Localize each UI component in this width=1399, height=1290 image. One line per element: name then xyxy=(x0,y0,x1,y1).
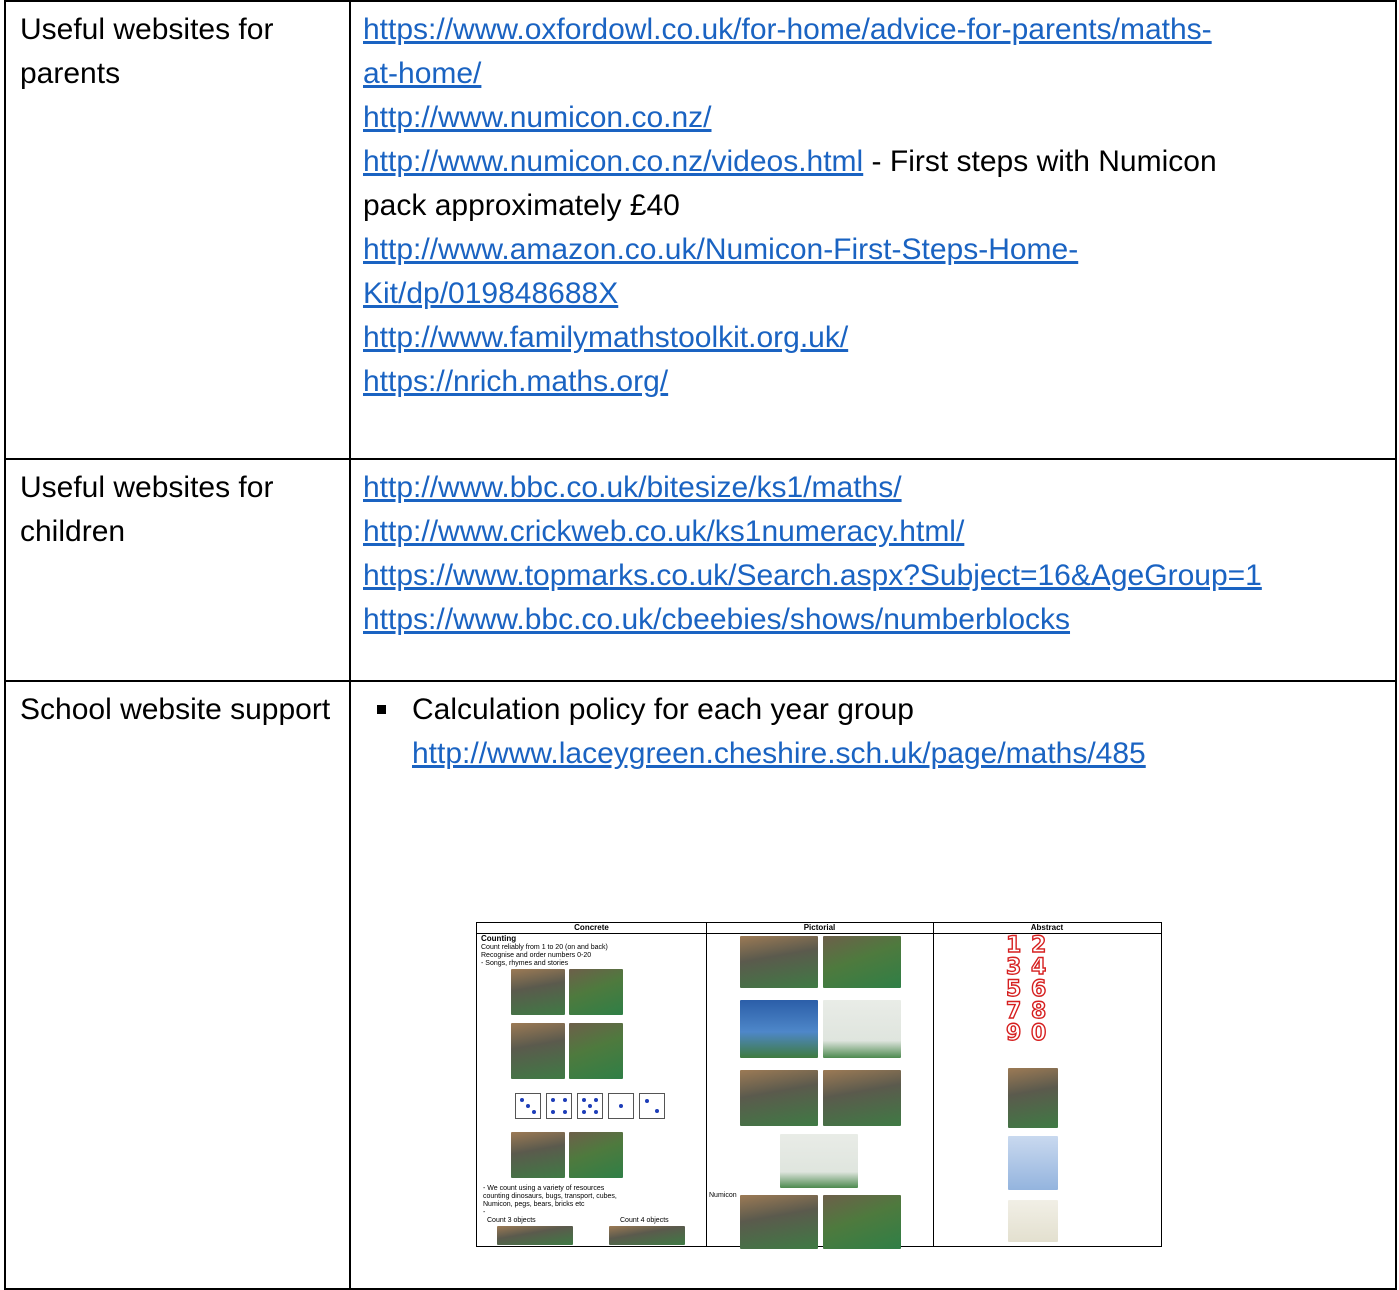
link-amazon-line1[interactable]: http://www.amazon.co.uk/Numicon-First-St… xyxy=(363,233,1078,266)
bullet-text: Calculation policy for each year group xyxy=(412,693,914,726)
column-header-abstract: Abstract xyxy=(933,923,1161,934)
photo xyxy=(569,1132,623,1178)
link-bbc-bitesize-text[interactable]: http://www.bbc.co.uk/bitesize/ks1/maths/ xyxy=(363,471,902,504)
photo xyxy=(740,936,818,988)
photo xyxy=(780,1134,858,1188)
link-numicon-videos-text[interactable]: http://www.numicon.co.nz/videos.html xyxy=(363,145,863,178)
photo xyxy=(511,1023,565,1079)
children-links-cell: http://www.bbc.co.uk/bitesize/ks1/maths/… xyxy=(349,458,1397,682)
calculation-policy-image: Concrete Pictorial Abstract Counting Cou… xyxy=(476,922,1162,1249)
photo xyxy=(740,1070,818,1126)
link-crickweb[interactable]: http://www.crickweb.co.uk/ks1numeracy.ht… xyxy=(363,515,964,548)
parents-links-cell: https://www.oxfordowl.co.uk/for-home/adv… xyxy=(349,0,1397,460)
row-label-parents: Useful websites for parents xyxy=(4,0,351,460)
link-calculation-policy-text[interactable]: http://www.laceygreen.cheshire.sch.uk/pa… xyxy=(412,737,1146,770)
photo xyxy=(740,1195,818,1249)
digit: 8 xyxy=(1030,999,1047,1024)
dice-icon xyxy=(639,1093,665,1119)
digit: 6 xyxy=(1030,977,1047,1002)
column-divider xyxy=(706,923,707,1246)
count-3-label: Count 3 objects xyxy=(487,1217,536,1224)
link-numicon[interactable]: http://www.numicon.co.nz/ xyxy=(363,101,712,134)
column-header-pictorial: Pictorial xyxy=(706,923,933,934)
link-topmarks[interactable]: https://www.topmarks.co.uk/Search.aspx?S… xyxy=(363,559,1262,592)
link-calculation-policy[interactable]: http://www.laceygreen.cheshire.sch.uk/pa… xyxy=(412,737,1146,770)
row-label-text: Useful websites for children xyxy=(20,471,274,548)
digit: 2 xyxy=(1030,933,1047,958)
row-label-text: Useful websites for parents xyxy=(20,13,274,90)
link-numberblocks-text[interactable]: https://www.bbc.co.uk/cbeebies/shows/num… xyxy=(363,603,1070,636)
link-numicon-videos[interactable]: http://www.numicon.co.nz/videos.html xyxy=(363,145,863,178)
link-numicon-text[interactable]: http://www.numicon.co.nz/ xyxy=(363,101,712,134)
link-oxfordowl-line2[interactable]: at-home/ xyxy=(363,57,481,90)
photo xyxy=(569,969,623,1015)
numicon-videos-note: - First steps with Numicon xyxy=(863,145,1217,178)
photo xyxy=(511,1132,565,1178)
resources-line: - xyxy=(483,1209,486,1216)
digit: 5 xyxy=(1005,977,1022,1002)
photo xyxy=(823,1000,901,1058)
counting-title: Counting xyxy=(481,934,517,943)
resources-line: - We count using a variety of resources xyxy=(483,1185,605,1192)
photo xyxy=(823,1195,901,1249)
counting-line: - Songs, rhymes and stories xyxy=(481,960,569,967)
digit: 7 xyxy=(1005,999,1022,1024)
column-header-concrete: Concrete xyxy=(477,923,706,934)
row-label-school: School website support xyxy=(4,680,351,1290)
photo xyxy=(497,1226,573,1245)
link-bbc-bitesize[interactable]: http://www.bbc.co.uk/bitesize/ks1/maths/ xyxy=(363,471,902,504)
digit: 1 xyxy=(1005,933,1022,958)
counting-line: Recognise and order numbers 0-20 xyxy=(481,952,592,959)
numicon-label: Numicon xyxy=(709,1192,737,1199)
resources-line: counting dinosaurs, bugs, transport, cub… xyxy=(483,1193,617,1200)
photo xyxy=(823,936,901,988)
column-divider xyxy=(933,923,934,1246)
link-familymathstoolkit[interactable]: http://www.familymathstoolkit.org.uk/ xyxy=(363,321,848,354)
link-oxfordowl[interactable]: https://www.oxfordowl.co.uk/for-home/adv… xyxy=(363,8,1395,52)
photo xyxy=(569,1023,623,1079)
dice-icon xyxy=(515,1093,541,1119)
photo xyxy=(609,1226,685,1245)
digit: 3 xyxy=(1005,955,1022,980)
link-amazon-line2[interactable]: Kit/dp/019848688X xyxy=(363,277,618,310)
link-numberblocks[interactable]: https://www.bbc.co.uk/cbeebies/shows/num… xyxy=(363,603,1070,636)
link-nrich[interactable]: https://nrich.maths.org/ xyxy=(363,365,668,398)
count-4-label: Count 4 objects xyxy=(620,1217,669,1224)
dice-icon xyxy=(546,1093,572,1119)
square-bullet-icon xyxy=(377,705,386,714)
link-topmarks-text[interactable]: https://www.topmarks.co.uk/Search.aspx?S… xyxy=(363,559,1262,592)
photo xyxy=(1008,1200,1058,1242)
dice-icon xyxy=(577,1093,603,1119)
photo xyxy=(740,1000,818,1058)
photo xyxy=(511,969,565,1015)
photo xyxy=(1008,1068,1058,1128)
link-crickweb-text[interactable]: http://www.crickweb.co.uk/ks1numeracy.ht… xyxy=(363,515,964,548)
photo xyxy=(1008,1136,1058,1190)
photo xyxy=(823,1070,901,1126)
dice-icon xyxy=(608,1093,634,1119)
table-row: Useful websites for parents https://www.… xyxy=(4,0,1397,460)
digit: 0 xyxy=(1030,1021,1047,1046)
counting-line: Count reliably from 1 to 20 (on and back… xyxy=(481,944,608,951)
digit: 4 xyxy=(1030,955,1047,980)
digit: 9 xyxy=(1005,1021,1022,1046)
row-label-text: School website support xyxy=(20,693,331,726)
bullet-item: Calculation policy for each year group h… xyxy=(363,688,1395,776)
resources-line: Numicon, pegs, bears, bricks etc xyxy=(483,1201,585,1208)
link-familymathstoolkit-text[interactable]: http://www.familymathstoolkit.org.uk/ xyxy=(363,321,848,354)
numicon-videos-line: http://www.numicon.co.nz/videos.html - F… xyxy=(363,140,1395,184)
numicon-price-note: pack approximately £40 xyxy=(363,189,680,222)
link-oxfordowl-line1[interactable]: https://www.oxfordowl.co.uk/for-home/adv… xyxy=(363,13,1212,46)
table-row: Useful websites for children http://www.… xyxy=(4,458,1397,682)
row-label-children: Useful websites for children xyxy=(4,458,351,682)
link-nrich-text[interactable]: https://nrich.maths.org/ xyxy=(363,365,668,398)
link-amazon-cont[interactable]: Kit/dp/019848688X xyxy=(363,277,618,310)
link-oxfordowl-cont[interactable]: at-home/ xyxy=(363,52,481,96)
link-amazon[interactable]: http://www.amazon.co.uk/Numicon-First-St… xyxy=(363,233,1078,266)
